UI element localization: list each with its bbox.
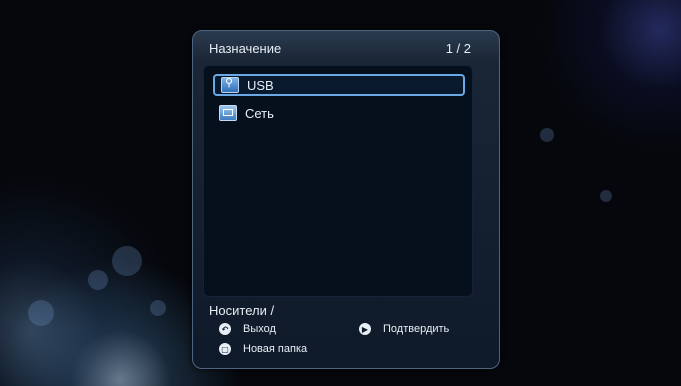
background-bubble: [540, 128, 554, 142]
dialog-title: Назначение: [209, 41, 282, 56]
folder-icon: ▢: [219, 343, 231, 355]
page-indicator: 1 / 2: [445, 41, 471, 56]
current-path: Носители /: [209, 303, 275, 318]
hint-new-folder[interactable]: ▢ Новая папка: [219, 343, 307, 355]
hint-label: Подтвердить: [383, 323, 450, 335]
background-bubble: [150, 300, 166, 316]
usb-icon: [221, 76, 239, 93]
destination-list: USB Сеть: [203, 65, 473, 297]
background-bubble: [88, 270, 108, 290]
hint-label: Новая папка: [243, 343, 308, 355]
list-item-usb[interactable]: USB: [213, 74, 465, 96]
background-bubble: [600, 190, 612, 202]
back-icon: ↶: [219, 323, 231, 335]
background-bubble: [28, 300, 54, 326]
list-item-network[interactable]: Сеть: [213, 102, 465, 124]
list-item-label: USB: [247, 77, 274, 93]
list-item-label: Сеть: [245, 105, 274, 121]
destination-dialog: Назначение 1 / 2 USB Сеть Носители / ↶ В…: [192, 30, 500, 369]
hint-exit[interactable]: ↶ Выход: [219, 323, 276, 335]
background-bubble: [112, 246, 142, 276]
hint-label: Выход: [243, 323, 276, 335]
hint-confirm[interactable]: ▶ Подтвердить: [359, 323, 449, 335]
play-pause-icon: ▶: [359, 323, 371, 335]
network-icon: [219, 105, 237, 121]
